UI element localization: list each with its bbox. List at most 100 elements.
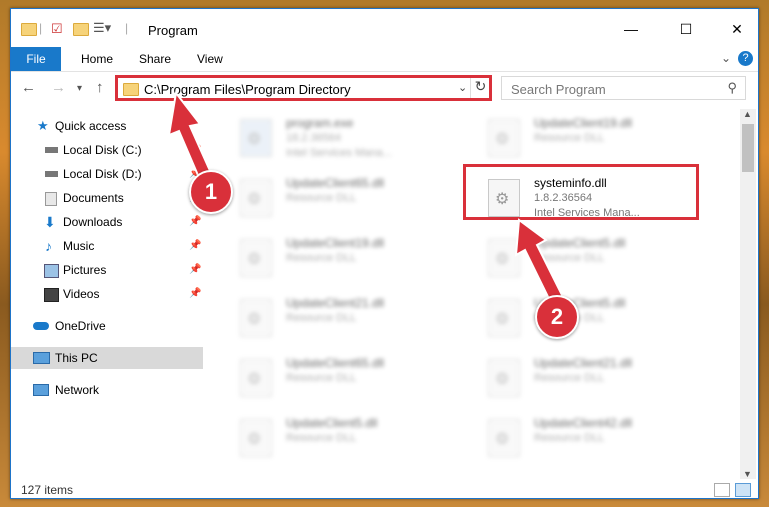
- file-name: UpdateClient21.dll: [286, 296, 385, 310]
- nav-item-label: Videos: [63, 287, 100, 301]
- nav-item-onedrive[interactable]: OneDrive: [11, 315, 203, 337]
- pin-icon[interactable]: 📌: [189, 283, 201, 305]
- recent-locations-icon[interactable]: ▾: [77, 83, 82, 94]
- file-type: Resource DLL: [286, 192, 357, 204]
- callout-badge-1: 1: [189, 170, 233, 214]
- nav-item-label: Downloads: [63, 215, 123, 229]
- file-tile[interactable]: UpdateClient65.dll Resource DLL: [234, 353, 464, 405]
- minimize-button[interactable]: —: [623, 21, 639, 37]
- file-tile[interactable]: UpdateClient19.dll Resource DLL: [482, 113, 712, 165]
- file-name: UpdateClient42.dll: [534, 416, 633, 430]
- nav-item-music[interactable]: ♪ Music 📌: [11, 235, 203, 257]
- nav-item-pictures[interactable]: Pictures 📌: [11, 259, 203, 281]
- file-tile[interactable]: UpdateClient42.dll Resource DLL: [482, 413, 712, 465]
- properties-icon[interactable]: ☑: [51, 21, 63, 37]
- nav-item-label: This PC: [55, 351, 98, 365]
- large-icons-view-icon[interactable]: [735, 483, 751, 497]
- computer-icon: [33, 352, 50, 364]
- file-name: UpdateClient65.dll: [286, 176, 385, 190]
- file-type: Resource DLL: [286, 372, 357, 384]
- file-tile[interactable]: UpdateClient5.dll Resource DLL: [482, 293, 712, 345]
- file-tile[interactable]: UpdateClient65.dll Resource DLL: [234, 173, 464, 225]
- address-path[interactable]: C:\Program Files\Program Directory: [144, 82, 351, 97]
- nav-item-quick-access[interactable]: ★ Quick access: [11, 115, 203, 137]
- onedrive-icon: [33, 322, 49, 330]
- nav-item-downloads[interactable]: ⬇ Downloads 📌: [11, 211, 203, 233]
- maximize-button[interactable]: ☐: [678, 21, 694, 37]
- file-name: UpdateClient65.dll: [286, 356, 385, 370]
- nav-item-label: OneDrive: [55, 319, 106, 333]
- documents-icon: [45, 192, 57, 206]
- folder-icon[interactable]: [21, 23, 37, 36]
- vertical-scrollbar[interactable]: ▲ ▼: [740, 109, 756, 479]
- nav-item-local-disk-d[interactable]: Local Disk (D:) 📌: [11, 163, 203, 185]
- folder-icon: [123, 83, 139, 96]
- tab-share[interactable]: Share: [139, 47, 171, 71]
- file-tile[interactable]: program.exe 18.2.36564 Intel Services Ma…: [234, 113, 464, 165]
- dll-file-icon: [488, 119, 520, 157]
- chevron-down-icon[interactable]: ⌄: [458, 81, 467, 94]
- details-view-icon[interactable]: [714, 483, 730, 497]
- dll-file-icon: [488, 359, 520, 397]
- file-tile[interactable]: UpdateClient5.dll Resource DLL: [234, 413, 464, 465]
- new-folder-icon[interactable]: [73, 23, 89, 36]
- pin-icon[interactable]: 📌: [189, 259, 201, 281]
- pin-icon[interactable]: 📌: [189, 211, 201, 233]
- file-tile[interactable]: UpdateClient21.dll Resource DLL: [482, 353, 712, 405]
- forward-arrow-icon[interactable]: →: [51, 79, 66, 96]
- file-name: UpdateClient5.dll: [286, 416, 378, 430]
- nav-item-this-pc[interactable]: This PC: [11, 347, 203, 369]
- dll-file-icon: [240, 239, 272, 277]
- star-icon: ★: [37, 118, 49, 133]
- pin-icon[interactable]: 📌: [189, 235, 201, 257]
- search-icon[interactable]: ⚲: [727, 80, 737, 96]
- music-icon: ♪: [45, 238, 52, 254]
- refresh-icon[interactable]: ↻: [470, 78, 490, 98]
- up-arrow-icon[interactable]: ↑: [96, 79, 104, 96]
- file-name: program.exe: [286, 116, 354, 130]
- nav-item-videos[interactable]: Videos 📌: [11, 283, 203, 305]
- file-name: UpdateClient21.dll: [534, 356, 633, 370]
- drive-icon: [45, 147, 58, 153]
- navigation-pane: ★ Quick access Local Disk (C:) 📌 Local D…: [11, 109, 203, 479]
- scroll-down-icon[interactable]: ▼: [743, 469, 752, 479]
- title-bar: | ☑ ☰▾ | Program — ☐ ✕: [11, 9, 758, 47]
- expand-ribbon-icon[interactable]: ⌄: [721, 51, 731, 65]
- tab-file[interactable]: File: [11, 47, 61, 71]
- view-menu-icon[interactable]: ☰▾: [93, 20, 111, 36]
- dll-file-icon: [240, 299, 272, 337]
- pin-icon[interactable]: 📌: [189, 139, 201, 161]
- nav-item-label: Quick access: [55, 119, 127, 133]
- dll-file-icon: [488, 419, 520, 457]
- file-type: Resource DLL: [286, 432, 357, 444]
- scrollbar-thumb[interactable]: [742, 124, 754, 172]
- nav-item-local-disk-c[interactable]: Local Disk (C:) 📌: [11, 139, 203, 161]
- help-icon[interactable]: ?: [738, 51, 753, 66]
- nav-item-label: Local Disk (D:): [63, 167, 142, 181]
- scroll-up-icon[interactable]: ▲: [743, 109, 752, 119]
- dll-file-icon: [240, 419, 272, 457]
- network-icon: [33, 384, 49, 396]
- file-type: Resource DLL: [534, 432, 605, 444]
- close-button[interactable]: ✕: [729, 21, 745, 37]
- tab-view[interactable]: View: [197, 47, 223, 71]
- file-tile[interactable]: UpdateClient5.dll Resource DLL: [482, 233, 712, 285]
- address-bar[interactable]: C:\Program Files\Program Directory ⌄ ↻: [115, 75, 492, 101]
- dll-file-icon: [240, 179, 272, 217]
- search-box[interactable]: Search Program ⚲: [501, 76, 746, 100]
- nav-item-network[interactable]: Network: [11, 379, 203, 401]
- navigation-bar: ← → ▾ ↑ C:\Program Files\Program Directo…: [11, 73, 758, 103]
- dll-file-icon: [488, 239, 520, 277]
- nav-item-label: Local Disk (C:): [63, 143, 142, 157]
- separator: |: [39, 21, 43, 35]
- tab-home[interactable]: Home: [81, 47, 113, 71]
- back-arrow-icon[interactable]: ←: [21, 79, 36, 96]
- search-input[interactable]: Search Program: [511, 82, 606, 97]
- file-tile[interactable]: UpdateClient21.dll Resource DLL: [234, 293, 464, 345]
- nav-item-documents[interactable]: Documents 📌: [11, 187, 203, 209]
- nav-item-label: Pictures: [63, 263, 107, 277]
- exe-file-icon: [240, 119, 272, 157]
- file-name: UpdateClient19.dll: [286, 236, 385, 250]
- file-tile[interactable]: UpdateClient19.dll Resource DLL: [234, 233, 464, 285]
- ribbon: File Home Share View ⌄ ?: [11, 47, 758, 72]
